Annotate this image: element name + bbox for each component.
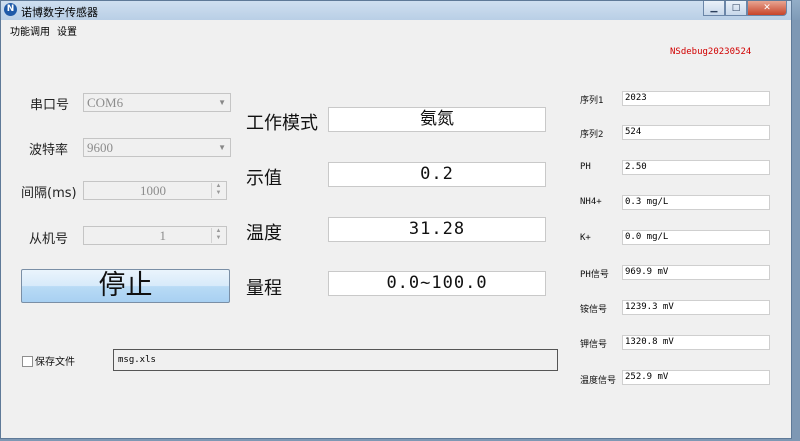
range-label: 量程 <box>246 278 282 299</box>
temperature-signal-label: 温度信号 <box>580 376 617 386</box>
maximize-icon[interactable]: □ <box>725 1 747 16</box>
k-label: K+ <box>580 233 591 243</box>
chevron-down-icon: ▼ <box>218 143 226 152</box>
menu-bar: 功能调用 设置 <box>1 20 791 38</box>
ammonium-signal-field[interactable]: 1239.3 mV <box>622 300 770 315</box>
nh4-field[interactable]: 0.3 mg/L <box>622 195 770 210</box>
port-label: 串口号 <box>30 98 70 113</box>
window-title: 诺博数字传感器 <box>21 6 98 19</box>
potassium-signal-label: 钾信号 <box>580 340 608 350</box>
spin-arrows-icon: ▲ ▼ <box>211 183 225 198</box>
save-file-label[interactable]: 保存文件 <box>35 353 75 368</box>
seq1-label: 序列1 <box>580 96 604 106</box>
baud-select[interactable]: 9600 ▼ <box>83 138 231 157</box>
interval-label: 间隔(ms) <box>21 186 77 201</box>
k-field[interactable]: 0.0 mg/L <box>622 230 770 245</box>
interval-stepper[interactable]: 1000 ▲ ▼ <box>83 181 227 200</box>
display-label: 示值 <box>246 168 282 189</box>
seq2-label: 序列2 <box>580 130 604 140</box>
save-file-checkbox[interactable] <box>22 356 33 367</box>
potassium-signal-field[interactable]: 1320.8 mV <box>622 335 770 350</box>
slave-stepper[interactable]: 1 ▲ ▼ <box>83 226 227 245</box>
spin-arrows-icon: ▲ ▼ <box>211 228 225 243</box>
port-select[interactable]: COM6 ▼ <box>83 93 231 112</box>
seq1-field[interactable]: 2023 <box>622 91 770 106</box>
menu-function-call[interactable]: 功能调用 <box>10 23 50 38</box>
ph-label: PH <box>580 162 591 172</box>
range-value: 0.0~100.0 <box>328 271 546 296</box>
ph-field[interactable]: 2.50 <box>622 160 770 175</box>
display-value: 0.2 <box>328 162 546 187</box>
ph-signal-label: PH信号 <box>580 270 609 280</box>
minimize-icon[interactable]: ▁ <box>703 1 725 16</box>
slave-label: 从机号 <box>29 232 69 247</box>
temperature-value: 31.28 <box>328 217 546 242</box>
chevron-down-icon: ▼ <box>218 98 226 107</box>
menu-settings[interactable]: 设置 <box>57 23 77 38</box>
mode-value: 氨氮 <box>328 107 546 132</box>
app-logo-icon: N <box>4 3 17 16</box>
ph-signal-field[interactable]: 969.9 mV <box>622 265 770 280</box>
ammonium-signal-label: 铵信号 <box>580 305 608 315</box>
mode-label: 工作模式 <box>246 113 318 134</box>
title-bar[interactable]: N 诺博数字传感器 ▁ □ ✕ <box>1 1 791 21</box>
version-label: NSdebug20230524 <box>670 47 752 57</box>
baud-label: 波特率 <box>29 143 69 158</box>
filename-field[interactable]: msg.xls <box>113 349 558 371</box>
app-window: N 诺博数字传感器 ▁ □ ✕ 功能调用 设置 NSdebug20230524 … <box>0 0 792 439</box>
stop-button[interactable]: 停止 <box>21 269 230 303</box>
close-icon[interactable]: ✕ <box>747 1 787 16</box>
nh4-label: NH4+ <box>580 197 602 207</box>
seq2-field[interactable]: 524 <box>622 125 770 140</box>
temperature-signal-field[interactable]: 252.9 mV <box>622 370 770 385</box>
temperature-label: 温度 <box>246 223 282 244</box>
